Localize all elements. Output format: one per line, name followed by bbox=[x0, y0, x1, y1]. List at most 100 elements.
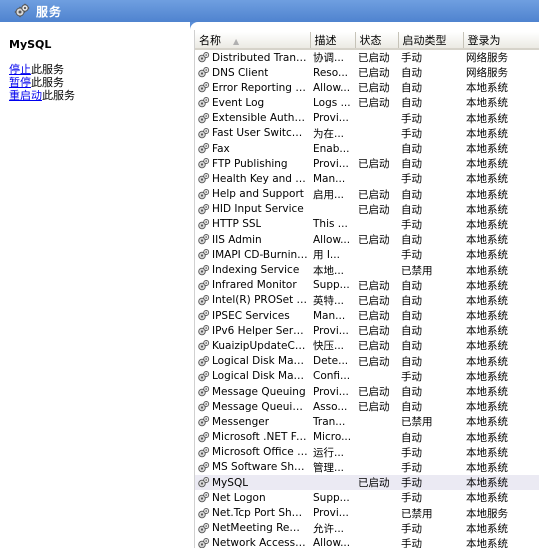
table-row[interactable]: NetMeeting Remot... 允许... 手动 本地系统 bbox=[195, 521, 539, 536]
table-row[interactable]: Message Queuing Provi... 已启动 自动 本地系统 bbox=[195, 384, 539, 399]
service-gear-icon bbox=[198, 97, 210, 108]
table-row[interactable]: FTP Publishing Provi... 已启动 自动 本地系统 bbox=[195, 156, 539, 171]
table-row[interactable]: Error Reporting Ser... Allow... 已启动 自动 本… bbox=[195, 80, 539, 95]
service-name: DNS Client bbox=[212, 66, 269, 79]
service-logon-as: 本地系统 bbox=[466, 234, 508, 247]
table-row[interactable]: Fast User Switching... 为在... 手动 本地系统 bbox=[195, 126, 539, 141]
table-row[interactable]: HID Input Service 已启动 自动 本地系统 bbox=[195, 202, 539, 217]
service-startup-type: 自动 bbox=[401, 82, 422, 95]
service-description: 为在... bbox=[313, 127, 345, 140]
service-description: 用 I... bbox=[313, 249, 340, 262]
service-name-cell: DNS Client bbox=[195, 65, 310, 80]
selected-service-name: MySQL bbox=[9, 38, 52, 51]
service-name-cell: Fast User Switching... bbox=[195, 126, 310, 141]
service-startup-type: 自动 bbox=[401, 325, 422, 338]
service-status: 已启动 bbox=[358, 188, 390, 201]
column-header-description[interactable]: 描述 bbox=[310, 32, 356, 50]
table-row[interactable]: Network Access Pr... Allow... 手动 本地系统 bbox=[195, 536, 539, 548]
service-status bbox=[355, 171, 398, 186]
service-description: Allow... bbox=[313, 537, 351, 548]
restart-service-link[interactable]: 重启动 bbox=[9, 89, 42, 102]
table-row[interactable]: Logical Disk Manager Dete... 已启动 自动 本地系统 bbox=[195, 354, 539, 369]
action-suffix: 此服务 bbox=[31, 63, 64, 76]
service-startup-type: 自动 bbox=[401, 340, 422, 353]
service-name: Messenger bbox=[212, 415, 270, 428]
service-status bbox=[355, 521, 398, 536]
service-name-cell: NetMeeting Remot... bbox=[195, 521, 310, 536]
service-name-cell: Health Key and Cer... bbox=[195, 171, 310, 186]
service-description: Confi... bbox=[313, 370, 351, 383]
table-row[interactable]: MySQL 已启动 手动 本地系统 bbox=[195, 475, 539, 491]
table-row[interactable]: Distributed Transac... 协调... 已启动 手动 网络服务 bbox=[195, 49, 539, 65]
service-logon-as: 本地系统 bbox=[466, 401, 508, 414]
table-row[interactable]: IPv6 Helper Service Provi... 已启动 自动 本地系统 bbox=[195, 323, 539, 338]
service-gear-icon bbox=[198, 203, 210, 215]
table-row[interactable]: Help and Support 启用... 已启动 自动 本地系统 bbox=[195, 187, 539, 202]
service-startup-type: 自动 bbox=[401, 188, 422, 201]
table-row[interactable]: IIS Admin Allow... 已启动 自动 本地系统 bbox=[195, 232, 539, 247]
service-logon-as: 本地系统 bbox=[466, 158, 508, 171]
table-row[interactable]: Message Queuing T... Asso... 已启动 自动 本地系统 bbox=[195, 399, 539, 414]
table-row[interactable]: Intel(R) PROSet Mo... 英特... 已启动 自动 本地系统 bbox=[195, 293, 539, 308]
service-startup-type: 手动 bbox=[401, 52, 422, 64]
service-status: 已启动 bbox=[358, 310, 390, 323]
service-status: 已启动 bbox=[358, 158, 390, 171]
table-row[interactable]: IMAPI CD-Burning ... 用 I... 手动 本地系统 bbox=[195, 247, 539, 262]
service-description: Logs ... bbox=[313, 96, 351, 109]
service-name: Event Log bbox=[212, 96, 265, 109]
service-status bbox=[355, 369, 398, 384]
service-name-cell: Microsoft .NET Fra... bbox=[195, 430, 310, 445]
table-row[interactable]: DNS Client Reso... 已启动 自动 网络服务 bbox=[195, 65, 539, 80]
action-stop: 停止此服务 bbox=[9, 63, 75, 76]
table-row[interactable]: Event Log Logs ... 已启动 自动 本地系统 bbox=[195, 95, 539, 110]
services-table: 名称▲ 描述 状态 启动类型 登录为 Distributed Transac..… bbox=[195, 32, 539, 548]
table-row[interactable]: Net.Tcp Port Sharin... Provi... 已禁用 本地服务 bbox=[195, 505, 539, 520]
stop-service-link[interactable]: 停止 bbox=[9, 63, 31, 76]
table-row[interactable]: Infrared Monitor Supp... 已启动 自动 本地系统 bbox=[195, 278, 539, 293]
service-status bbox=[355, 126, 398, 141]
column-header-status[interactable]: 状态 bbox=[355, 32, 399, 50]
service-gear-icon bbox=[198, 158, 210, 169]
column-header-name[interactable]: 名称 ▲ bbox=[195, 32, 311, 50]
column-header-startup-type[interactable]: 启动类型 bbox=[398, 32, 464, 50]
table-row[interactable]: Messenger Tran... 已禁用 本地系统 bbox=[195, 414, 539, 429]
pause-service-link[interactable]: 暂停 bbox=[9, 76, 31, 89]
service-name-cell: Distributed Transac... bbox=[195, 49, 310, 65]
table-row[interactable]: MS Software Shado... 管理... 手动 本地系统 bbox=[195, 460, 539, 475]
table-row[interactable]: Indexing Service 本地... 已禁用 本地系统 bbox=[195, 262, 539, 277]
service-description: Man... bbox=[313, 309, 346, 322]
service-name-cell: IMAPI CD-Burning ... bbox=[195, 247, 310, 262]
table-row[interactable]: Fax Enab... 自动 本地系统 bbox=[195, 141, 539, 156]
service-name: Microsoft .NET Fra... bbox=[212, 431, 308, 444]
action-pause: 暂停此服务 bbox=[9, 76, 75, 89]
table-row[interactable]: Microsoft Office Dia... 运行... 手动 本地系统 bbox=[195, 445, 539, 460]
table-row[interactable]: Health Key and Cer... Man... 手动 本地系统 bbox=[195, 171, 539, 186]
service-gear-icon bbox=[198, 219, 210, 230]
service-logon-as: 本地系统 bbox=[463, 475, 539, 491]
service-name: IIS Admin bbox=[212, 233, 262, 246]
window-header: 服务 bbox=[0, 0, 539, 22]
table-row[interactable]: IPSEC Services Man... 已启动 自动 本地系统 bbox=[195, 308, 539, 323]
service-logon-as: 本地系统 bbox=[466, 370, 508, 383]
service-name-cell: Indexing Service bbox=[195, 262, 310, 277]
service-gear-icon bbox=[198, 67, 210, 78]
service-name-cell: Logical Disk Manag... bbox=[195, 369, 310, 384]
service-gear-icon bbox=[198, 416, 210, 427]
table-row[interactable]: KuaizipUpdateChec... 快压... 已启动 自动 本地系统 bbox=[195, 338, 539, 353]
service-status: 已启动 bbox=[358, 279, 390, 292]
service-startup-type: 自动 bbox=[401, 143, 422, 156]
table-row[interactable]: Extensible Authenti... Provi... 手动 本地系统 bbox=[195, 111, 539, 126]
service-name-cell: Infrared Monitor bbox=[195, 278, 310, 293]
service-gear-icon bbox=[198, 446, 210, 458]
service-status bbox=[355, 414, 398, 429]
table-row[interactable]: Microsoft .NET Fra... Micro... 自动 本地系统 bbox=[195, 430, 539, 445]
service-name: Fast User Switching... bbox=[212, 127, 308, 140]
service-name: Help and Support bbox=[212, 188, 304, 201]
table-row[interactable]: Net Logon Supp... 手动 本地系统 bbox=[195, 490, 539, 505]
column-header-logon-as[interactable]: 登录为 bbox=[463, 32, 539, 50]
table-row[interactable]: Logical Disk Manag... Confi... 手动 本地系统 bbox=[195, 369, 539, 384]
service-logon-as: 本地系统 bbox=[466, 340, 508, 353]
service-description: Provi... bbox=[313, 385, 349, 398]
service-logon-as: 本地系统 bbox=[466, 492, 508, 505]
table-row[interactable]: HTTP SSL This ... 手动 本地系统 bbox=[195, 217, 539, 232]
